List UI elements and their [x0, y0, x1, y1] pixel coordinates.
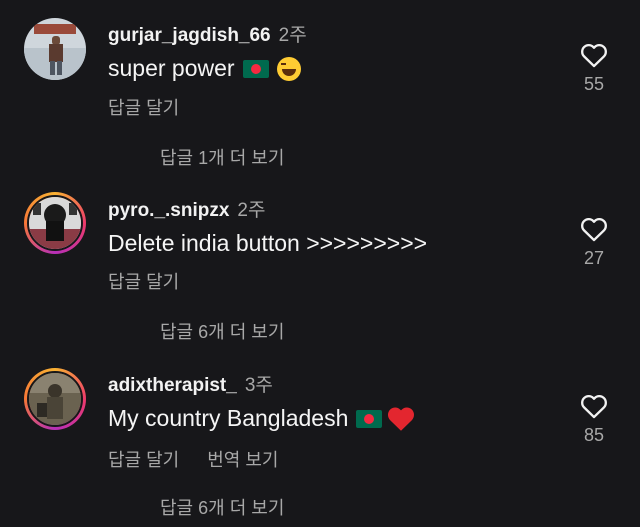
comment-header: pyro._.snipzx 2주 [108, 195, 265, 222]
comment-header: gurjar_jagdish_66 2주 [108, 20, 307, 47]
heart-icon[interactable] [580, 42, 608, 68]
username[interactable]: adixtherapist_ [108, 375, 237, 396]
view-more-replies-button[interactable]: 답글 6개 더 보기 [160, 318, 284, 344]
comment-actions: 답글 달기 번역 보기 [108, 446, 279, 472]
comment-text: Delete india button >>>>>>>>> [108, 230, 427, 257]
like-count: 27 [583, 248, 605, 268]
avatar[interactable] [24, 192, 86, 254]
view-more-replies-button[interactable]: 답글 6개 더 보기 [160, 494, 284, 520]
username[interactable]: pyro._.snipzx [108, 200, 229, 221]
timestamp: 3주 [244, 375, 273, 396]
timestamp: 2주 [237, 200, 266, 221]
like-count: 55 [583, 74, 605, 94]
username[interactable]: gurjar_jagdish_66 [108, 25, 271, 46]
like-count: 85 [583, 425, 605, 445]
comment-actions: 답글 달기 [108, 268, 179, 294]
comment-text: super power [108, 55, 301, 82]
like-control: 85 [576, 393, 612, 446]
comment-body: Delete india button >>>>>>>>> [108, 230, 428, 256]
reply-button[interactable]: 답글 달기 [108, 272, 179, 292]
heart-icon[interactable] [580, 393, 608, 419]
like-control: 55 [576, 42, 612, 95]
comment-body: super power [108, 55, 235, 81]
comment-actions: 답글 달기 [108, 94, 179, 120]
comment-header: adixtherapist_ 3주 [108, 370, 273, 397]
red-heart-emoji-icon [388, 407, 415, 431]
bangladesh-flag-icon [356, 409, 383, 428]
like-control: 27 [576, 216, 612, 269]
laughing-emoji-icon [276, 56, 301, 81]
heart-icon[interactable] [580, 216, 608, 242]
reply-button[interactable]: 답글 달기 [108, 98, 179, 118]
translate-button[interactable]: 번역 보기 [207, 450, 278, 470]
bangladesh-flag-icon [242, 59, 269, 78]
avatar[interactable] [24, 18, 86, 80]
view-more-replies-button[interactable]: 답글 1개 더 보기 [160, 144, 284, 170]
avatar[interactable] [24, 368, 86, 430]
comment-body: My country Bangladesh [108, 405, 349, 431]
comment-text: My country Bangladesh [108, 405, 416, 432]
timestamp: 2주 [278, 25, 307, 46]
reply-button[interactable]: 답글 달기 [108, 450, 179, 470]
